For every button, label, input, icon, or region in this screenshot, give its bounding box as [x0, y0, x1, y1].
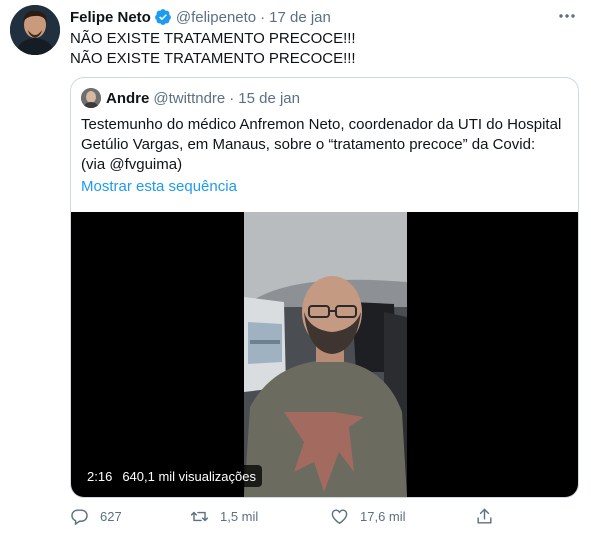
reply-count: 627: [100, 509, 122, 524]
quoted-author-handle: @twittndre: [153, 89, 226, 107]
action-bar: 627 1,5 mil 17,6 mil: [70, 507, 500, 529]
quoted-author-avatar: [81, 88, 101, 108]
author-handle[interactable]: @felipeneto: [176, 9, 256, 26]
tweet-text-line: NÃO EXISTE TRATAMENTO PRECOCE!!!: [70, 30, 356, 47]
retweet-button[interactable]: 1,5 mil: [190, 507, 258, 526]
separator-dot: ·: [229, 89, 235, 107]
reply-icon: [71, 509, 88, 526]
verified-badge-icon: [154, 8, 172, 26]
quoted-author-name: Andre: [106, 89, 150, 107]
like-button[interactable]: 17,6 mil: [330, 507, 406, 526]
quoted-tweet[interactable]: Andre @twittndre · 15 de jan Testemunho …: [70, 77, 579, 498]
quoted-tweet-header: Andre @twittndre · 15 de jan: [81, 88, 300, 108]
quoted-tweet-text: Testemunho do médico Anfremon Neto, coor…: [81, 115, 571, 175]
tweet[interactable]: Felipe Neto @felipeneto · 17 de jan NÃO …: [0, 0, 591, 537]
video-info-badge: 2:16 640,1 mil visualizações: [81, 465, 262, 487]
tweet-header: Felipe Neto @felipeneto · 17 de jan: [70, 7, 331, 27]
share-button[interactable]: [475, 507, 494, 526]
tweet-text: NÃO EXISTE TRATAMENTO PRECOCE!!! NÃO EXI…: [70, 29, 356, 69]
video-player[interactable]: 2:16 640,1 mil visualizações: [71, 212, 578, 497]
show-thread-link[interactable]: Mostrar esta sequência: [81, 178, 237, 195]
separator-dot: ·: [260, 8, 266, 26]
like-count: 17,6 mil: [360, 509, 406, 524]
tweet-date[interactable]: 17 de jan: [269, 9, 331, 26]
video-views: 640,1 mil visualizações: [122, 468, 256, 484]
quoted-text-line: Getúlio Vargas, em Manaus, sobre o “trat…: [81, 136, 536, 153]
quoted-text-line: Testemunho do médico Anfremon Neto, coor…: [81, 116, 562, 133]
author-name[interactable]: Felipe Neto: [70, 9, 151, 26]
video-duration: 2:16: [87, 468, 113, 484]
tweet-text-line: NÃO EXISTE TRATAMENTO PRECOCE!!!: [70, 50, 356, 67]
quoted-text-line: (via @fvguima): [81, 156, 183, 173]
share-icon: [477, 508, 492, 524]
video-thumbnail: [244, 212, 407, 497]
retweet-icon: [190, 511, 209, 522]
reply-button[interactable]: 627: [70, 507, 122, 526]
like-icon: [331, 509, 348, 525]
more-options-icon[interactable]: [557, 8, 577, 24]
quoted-tweet-date: 15 de jan: [238, 89, 300, 107]
author-avatar[interactable]: [10, 5, 60, 55]
retweet-count: 1,5 mil: [220, 509, 259, 524]
